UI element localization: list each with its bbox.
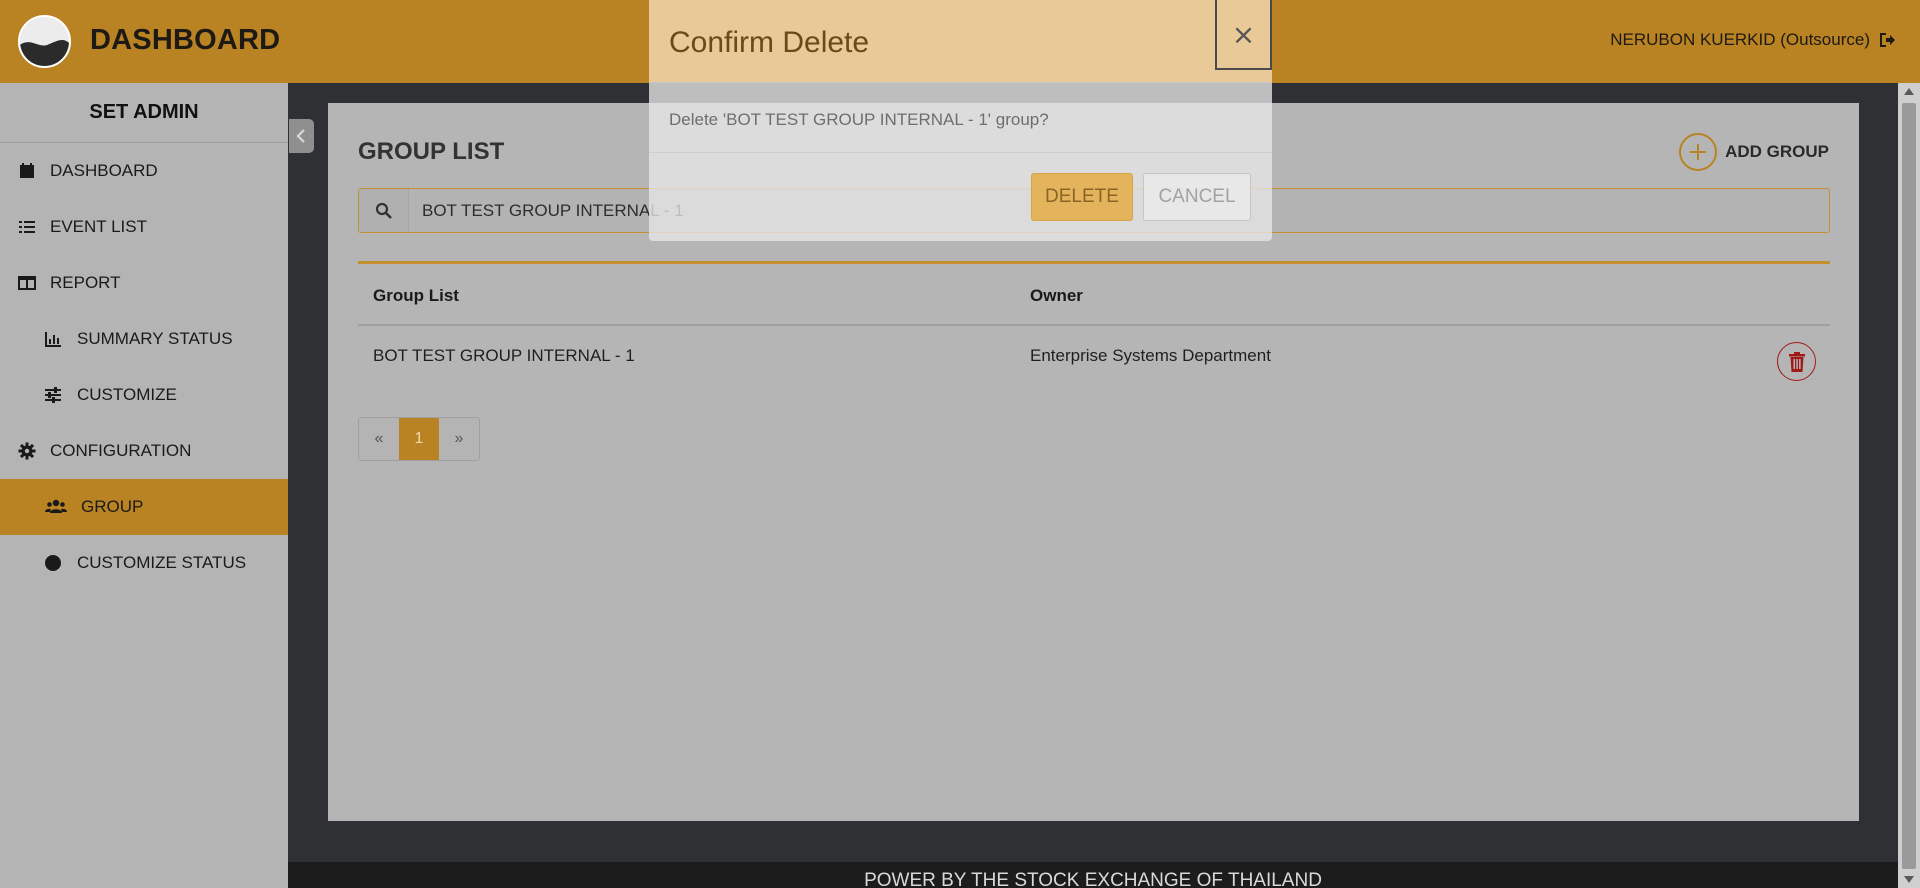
cell-group-name: BOT TEST GROUP INTERNAL - 1 bbox=[373, 346, 635, 365]
column-header-group-list: Group List bbox=[373, 286, 459, 305]
scroll-down-icon[interactable] bbox=[1904, 876, 1914, 883]
gear-icon bbox=[18, 442, 36, 460]
confirm-delete-modal: Confirm Delete × Delete 'BOT TEST GROUP … bbox=[649, 0, 1272, 241]
cell-owner: Enterprise Systems Department bbox=[1030, 346, 1271, 365]
logout-icon[interactable] bbox=[1878, 31, 1896, 49]
circle-icon bbox=[44, 554, 62, 572]
sidebar-item-label: CONFIGURATION bbox=[50, 441, 192, 460]
add-group-button[interactable]: ADD GROUP bbox=[1679, 133, 1829, 171]
sidebar-item-customize-status[interactable]: CUSTOMIZE STATUS bbox=[0, 535, 288, 591]
sidebar-item-report[interactable]: REPORT bbox=[0, 255, 288, 311]
cancel-button[interactable]: CANCEL bbox=[1143, 173, 1251, 221]
modal-header: Confirm Delete × bbox=[649, 0, 1272, 83]
sidebar-item-configuration[interactable]: CONFIGURATION bbox=[0, 423, 288, 479]
sidebar-item-dashboard[interactable]: DASHBOARD bbox=[0, 143, 288, 199]
users-icon bbox=[45, 498, 67, 516]
scroll-thumb[interactable] bbox=[1902, 103, 1916, 869]
page-scrollbar[interactable] bbox=[1898, 83, 1920, 888]
brand-title[interactable]: DASHBOARD bbox=[90, 24, 280, 57]
add-group-label: ADD GROUP bbox=[1725, 142, 1829, 161]
search-icon bbox=[359, 189, 409, 232]
close-button[interactable]: × bbox=[1215, 0, 1272, 70]
pagination-page-current[interactable]: 1 bbox=[399, 418, 439, 460]
modal-message: Delete 'BOT TEST GROUP INTERNAL - 1' gro… bbox=[669, 110, 1049, 129]
chevron-left-icon bbox=[296, 129, 305, 143]
plus-circle-icon bbox=[1679, 133, 1718, 171]
pagination: « 1 » bbox=[358, 417, 480, 461]
table-row: BOT TEST GROUP INTERNAL - 1 Enterprise S… bbox=[358, 326, 1830, 386]
confirm-delete-button[interactable]: DELETE bbox=[1031, 173, 1133, 221]
sidebar-collapse-button[interactable] bbox=[289, 119, 314, 153]
sidebar-item-label: CUSTOMIZE STATUS bbox=[77, 553, 247, 572]
page-title: GROUP LIST bbox=[358, 138, 505, 165]
sidebar-item-group[interactable]: GROUP bbox=[0, 479, 288, 535]
table-header: Group List Owner bbox=[358, 264, 1830, 326]
table-icon bbox=[18, 274, 36, 292]
sidebar-item-summary-status[interactable]: SUMMARY STATUS bbox=[0, 311, 288, 367]
divider bbox=[649, 152, 1272, 153]
footer: POWER BY THE STOCK EXCHANGE OF THAILAND bbox=[288, 862, 1898, 888]
sidebar-item-label: REPORT bbox=[50, 273, 121, 292]
sliders-icon bbox=[44, 386, 62, 404]
scroll-up-icon[interactable] bbox=[1904, 88, 1914, 95]
user-name: NERUBON KUERKID (Outsource) bbox=[1610, 30, 1870, 49]
pagination-prev[interactable]: « bbox=[359, 418, 399, 460]
calendar-icon bbox=[18, 162, 36, 180]
sidebar-item-label: GROUP bbox=[81, 497, 144, 516]
sidebar-item-label: DASHBOARD bbox=[50, 161, 158, 180]
sidebar-item-event-list[interactable]: EVENT LIST bbox=[0, 199, 288, 255]
trash-icon bbox=[1789, 352, 1805, 372]
sidebar: SET ADMIN DASHBOARD EVENT LIST REPORT SU… bbox=[0, 83, 288, 888]
column-header-owner: Owner bbox=[1030, 286, 1083, 305]
sidebar-title: SET ADMIN bbox=[0, 83, 288, 143]
sidebar-item-label: EVENT LIST bbox=[50, 217, 147, 236]
sidebar-item-label: CUSTOMIZE bbox=[77, 385, 177, 404]
list-icon bbox=[18, 218, 36, 236]
logo bbox=[18, 15, 71, 68]
delete-group-button[interactable] bbox=[1777, 342, 1816, 381]
sidebar-item-label: SUMMARY STATUS bbox=[77, 329, 233, 348]
sidebar-item-customize[interactable]: CUSTOMIZE bbox=[0, 367, 288, 423]
modal-title: Confirm Delete bbox=[669, 26, 870, 59]
bar-chart-icon bbox=[44, 330, 62, 348]
pagination-next[interactable]: » bbox=[439, 418, 479, 460]
